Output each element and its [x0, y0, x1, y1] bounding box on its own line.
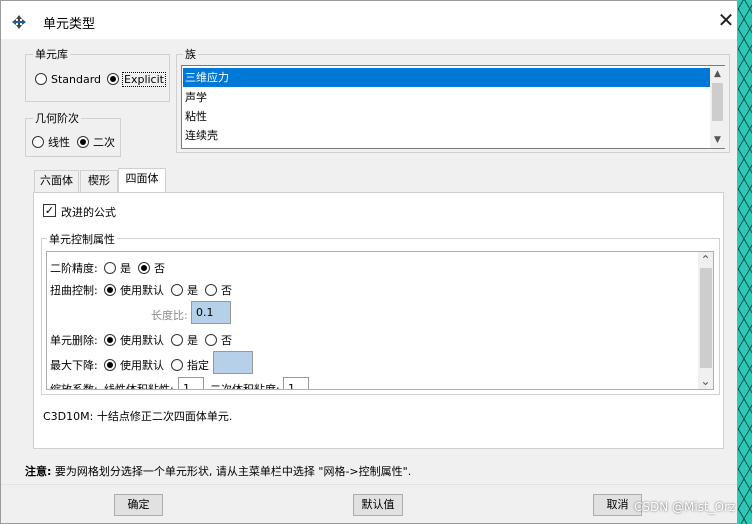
radio-label: 否 [154, 262, 165, 275]
radio-circle [104, 262, 116, 274]
radio-label: Standard [51, 73, 102, 86]
radio-label: 使用默认 [120, 334, 164, 347]
element-type-dialog: 单元类型 ✕ 单元库 Standard Explicit 几何阶次 线性 二次 … [0, 0, 738, 524]
scroll-thumb[interactable] [712, 83, 723, 121]
radio-circle [138, 262, 150, 274]
scroll-up-icon[interactable]: ▲ [710, 66, 725, 82]
radio-label: 使用默认 [120, 359, 164, 372]
element-description: C3D10M: 十结点修正二次四面体单元. [43, 410, 233, 423]
title-bar: 单元类型 ✕ [1, 1, 737, 39]
radio-label: 是 [187, 284, 198, 297]
tab-hex[interactable]: 六面体 [34, 170, 79, 192]
radio-deletion-no[interactable]: 否 [205, 332, 232, 348]
list-item[interactable]: 粘性 [183, 107, 710, 126]
defaults-button[interactable]: 默认值 [353, 494, 403, 516]
radio-distortion-yes[interactable]: 是 [171, 282, 198, 298]
length-ratio-label: 长度比: [151, 309, 188, 322]
radio-soa-no[interactable]: 否 [138, 260, 165, 276]
ok-button[interactable]: 确定 [114, 494, 163, 516]
radio-circle [205, 284, 217, 296]
element-controls-label: 单元控制属性 [47, 231, 117, 247]
radio-deletion-default[interactable]: 使用默认 [104, 332, 164, 348]
background-mesh-viewport [736, 0, 752, 524]
element-library-label: 单元库 [33, 46, 70, 62]
quadratic-bulk-viscosity-field[interactable]: 1 [283, 377, 309, 389]
distortion-control-label: 扭曲控制: [50, 284, 98, 297]
note-label: 注意: [25, 465, 52, 478]
radio-circle [104, 359, 116, 371]
list-item[interactable]: 声学 [183, 88, 710, 107]
note-body: 要为网格划分选择一个单元形状, 请从主菜单栏中选择 "网格->控制属性". [51, 465, 412, 478]
list-item[interactable]: 三维应力 [183, 68, 710, 87]
max-degradation-field[interactable] [213, 351, 253, 374]
radio-quadratic[interactable]: 二次 [77, 134, 115, 150]
geometric-order-label: 几何阶次 [33, 110, 81, 126]
close-icon[interactable]: ✕ [713, 9, 739, 33]
element-controls-scrollbar[interactable]: ⌃ ⌄ [698, 252, 713, 389]
scroll-up-icon[interactable]: ⌃ [698, 252, 713, 268]
radio-label: 指定 [187, 359, 209, 372]
element-controls-scroll-area[interactable]: 二阶精度: 是 否 扭曲控制: 使用默认 是 否 长度比: 0.1 单元删除: … [46, 251, 714, 390]
radio-circle [171, 334, 183, 346]
tab-tet[interactable]: 四面体 [118, 168, 166, 192]
radio-label: 二次 [93, 136, 115, 149]
app-icon [12, 15, 26, 29]
radio-circle [35, 73, 47, 85]
linear-bulk-viscosity-field[interactable]: 1 [178, 377, 204, 389]
radio-deletion-yes[interactable]: 是 [171, 332, 198, 348]
radio-circle [107, 73, 119, 85]
radio-circle [205, 334, 217, 346]
length-ratio-field[interactable]: 0.1 [191, 301, 231, 324]
scroll-down-icon[interactable]: ⌄ [698, 373, 713, 389]
radio-label: 是 [187, 334, 198, 347]
watermark: CSDN @Mist_Orz [634, 500, 736, 514]
radio-circle [77, 136, 89, 148]
scroll-down-icon[interactable]: ▼ [710, 132, 725, 148]
family-scrollbar[interactable]: ▲ ▼ [710, 66, 725, 148]
radio-label: 否 [221, 284, 232, 297]
radio-standard[interactable]: Standard [35, 73, 101, 86]
radio-linear[interactable]: 线性 [32, 134, 70, 150]
list-item[interactable]: 连续壳 [183, 126, 710, 145]
second-order-accuracy-label: 二阶精度: [50, 262, 98, 275]
max-degradation-label: 最大下降: [50, 359, 98, 372]
quadratic-bulk-viscosity-label: 二次体积粘度: [210, 383, 280, 390]
radio-circle [171, 284, 183, 296]
linear-bulk-viscosity-label: 线性体积粘性: [104, 383, 174, 390]
radio-degradation-specify[interactable]: 指定 [171, 357, 209, 373]
window-title: 单元类型 [43, 17, 96, 32]
family-label: 族 [183, 46, 198, 62]
radio-distortion-no[interactable]: 否 [205, 282, 232, 298]
radio-circle [171, 359, 183, 371]
footer-divider [1, 484, 737, 485]
radio-circle [104, 284, 116, 296]
radio-distortion-default[interactable]: 使用默认 [104, 282, 164, 298]
scaling-factors-label: 缩放系数: [50, 383, 98, 390]
scroll-thumb[interactable] [700, 268, 712, 368]
element-deletion-label: 单元删除: [50, 334, 98, 347]
improved-formulation-checkbox[interactable]: ✓ [43, 204, 56, 217]
radio-label: Explicit [122, 72, 166, 87]
radio-explicit[interactable]: Explicit [107, 72, 166, 87]
radio-label: 使用默认 [120, 284, 164, 297]
improved-formulation-label: 改进的公式 [61, 206, 116, 219]
radio-degradation-default[interactable]: 使用默认 [104, 357, 164, 373]
radio-label: 线性 [48, 136, 70, 149]
radio-label: 是 [120, 262, 131, 275]
note-text: 注意: 要为网格划分选择一个单元形状, 请从主菜单栏中选择 "网格->控制属性"… [25, 463, 411, 479]
family-listbox[interactable]: 三维应力 声学 粘性 连续壳 ▲ ▼ [181, 65, 725, 149]
radio-label: 否 [221, 334, 232, 347]
radio-circle [32, 136, 44, 148]
radio-soa-yes[interactable]: 是 [104, 260, 131, 276]
radio-circle [104, 334, 116, 346]
tab-wedge[interactable]: 楔形 [80, 170, 118, 192]
